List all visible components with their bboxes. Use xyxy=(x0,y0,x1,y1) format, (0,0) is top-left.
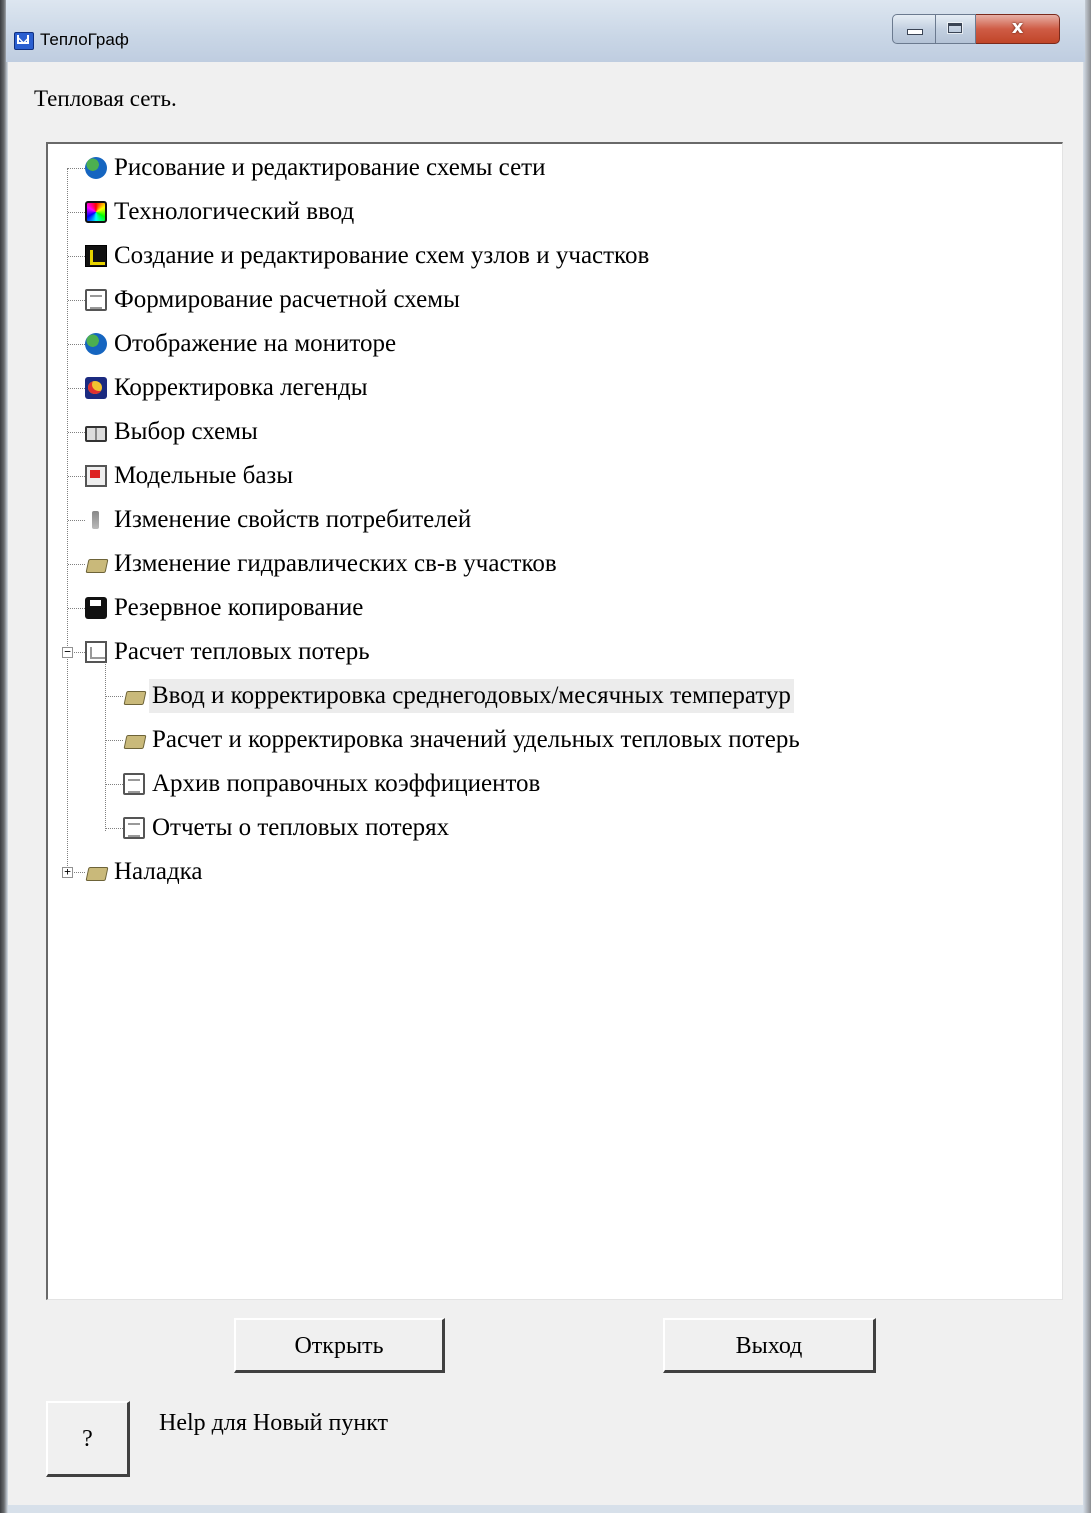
chart-icon xyxy=(85,641,107,663)
disk-icon xyxy=(85,597,107,619)
folder-icon xyxy=(85,861,107,883)
collapse-toggle[interactable]: − xyxy=(62,646,73,658)
schema-icon xyxy=(85,245,107,267)
tree-item[interactable]: Модельные базы xyxy=(85,458,296,494)
tree-item[interactable]: Расчет тепловых потерь xyxy=(85,634,373,670)
tree-item[interactable]: Формирование расчетной схемы xyxy=(85,282,463,318)
tree-item[interactable]: Корректировка легенды xyxy=(85,370,371,406)
tree-item-label: Выбор схемы xyxy=(114,418,258,445)
document-icon xyxy=(85,289,107,311)
open-button[interactable]: Открыть xyxy=(234,1318,445,1373)
tree-item-label: Архив поправочных коэффициентов xyxy=(152,770,541,797)
tree-item-label: Отчеты о тепловых потерях xyxy=(152,814,450,841)
tree-line xyxy=(68,608,85,609)
tree-line xyxy=(68,168,85,169)
tree-item-label: Отображение на мониторе xyxy=(114,330,397,357)
tree-item-label: Расчет и корректировка значений удельных… xyxy=(152,726,800,753)
colorwheel-icon xyxy=(85,201,107,223)
tree-line xyxy=(68,344,85,345)
tree-item-label: Создание и редактирование схем узлов и у… xyxy=(114,242,650,269)
folder-icon xyxy=(123,685,145,707)
tree-line xyxy=(74,652,85,653)
folder-icon xyxy=(123,729,145,751)
tree-item[interactable]: Технологический ввод xyxy=(85,194,357,230)
tree-item[interactable]: Выбор схемы xyxy=(85,414,261,450)
tree-item-label: Изменение гидравлических св-в участков xyxy=(114,550,557,577)
help-text: Help для Новый пункт xyxy=(159,1410,389,1436)
tree-item[interactable]: Отображение на мониторе xyxy=(85,326,399,362)
app-window: ТеплоГраф x Тепловая сеть. Рисование и р… xyxy=(0,0,1091,1513)
page-title: Тепловая сеть. xyxy=(34,86,177,111)
tree-item[interactable]: Расчет и корректировка значений удельных… xyxy=(123,722,803,758)
tap-icon xyxy=(85,509,107,531)
tree-item[interactable]: Наладка xyxy=(85,854,206,890)
exit-button[interactable]: Выход xyxy=(663,1318,876,1373)
tree-line xyxy=(67,168,68,876)
tree-item-label: Ввод и корректировка среднегодовых/месяч… xyxy=(149,679,794,713)
minimize-button[interactable] xyxy=(892,14,936,44)
globe-icon xyxy=(85,333,107,355)
document-icon xyxy=(123,817,145,839)
tree-item[interactable]: Изменение свойств потребителей xyxy=(85,502,474,538)
help-button[interactable]: ? xyxy=(46,1401,130,1477)
tree-item[interactable]: Рисование и редактирование схемы сети xyxy=(85,150,548,186)
tree-line xyxy=(68,520,85,521)
close-button[interactable]: x xyxy=(976,14,1060,44)
tree-line xyxy=(106,740,123,741)
close-icon: x xyxy=(1011,17,1024,38)
tree-item[interactable]: Ввод и корректировка среднегодовых/месяч… xyxy=(123,678,794,714)
tree-line xyxy=(68,212,85,213)
tree-item[interactable]: Создание и редактирование схем узлов и у… xyxy=(85,238,652,274)
folder-icon xyxy=(85,553,107,575)
menu-tree[interactable]: Рисование и редактирование схемы сети Те… xyxy=(46,142,1063,1300)
tree-item-label: Формирование расчетной схемы xyxy=(114,286,460,313)
tree-item-label: Корректировка легенды xyxy=(114,374,368,401)
maximize-button[interactable] xyxy=(936,14,976,44)
tree-line xyxy=(106,696,123,697)
tree-item[interactable]: Отчеты о тепловых потерях xyxy=(123,810,452,846)
tree-item[interactable]: Изменение гидравлических св-в участков xyxy=(85,546,560,582)
window-title: ТеплоГраф xyxy=(40,30,129,49)
tree-item-label: Наладка xyxy=(114,858,203,885)
tree-item-label: Модельные базы xyxy=(114,462,294,489)
book-icon xyxy=(85,425,107,442)
tree-line xyxy=(74,872,85,873)
palette-icon xyxy=(85,377,107,399)
document-icon xyxy=(123,773,145,795)
title-bar[interactable]: ТеплоГраф x xyxy=(6,0,1085,62)
tree-item-label: Рисование и редактирование схемы сети xyxy=(114,154,546,181)
tree-line xyxy=(106,784,123,785)
tree-item[interactable]: Архив поправочных коэффициентов xyxy=(123,766,543,802)
tree-line xyxy=(105,662,106,831)
tree-item[interactable]: Резервное копирование xyxy=(85,590,366,626)
tree-line xyxy=(106,828,123,829)
tree-line xyxy=(68,476,85,477)
globe-icon xyxy=(85,157,107,179)
tree-line xyxy=(68,432,85,433)
tree-item-label: Изменение свойств потребителей xyxy=(114,506,472,533)
tree-item-label: Технологический ввод xyxy=(114,198,355,225)
caption-buttons: x xyxy=(892,14,1060,48)
tree-line xyxy=(68,256,85,257)
client-area: Тепловая сеть. Рисование и редактировани… xyxy=(8,62,1083,1505)
database-icon xyxy=(85,465,107,487)
tree-item-label: Расчет тепловых потерь xyxy=(114,638,370,665)
app-icon xyxy=(14,32,34,50)
tree-line xyxy=(68,388,85,389)
tree-line xyxy=(68,300,85,301)
expand-toggle[interactable]: + xyxy=(62,866,73,878)
tree-line xyxy=(68,564,85,565)
tree-item-label: Резервное копирование xyxy=(114,594,364,621)
